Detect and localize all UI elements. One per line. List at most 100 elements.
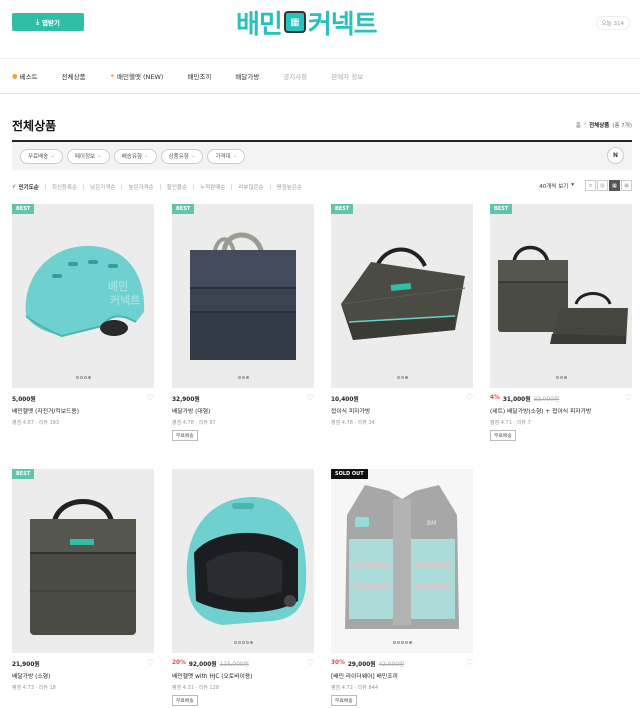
pager-dot[interactable]: [249, 641, 253, 644]
product-image[interactable]: BM SOLD OUT: [331, 469, 473, 653]
nav-item[interactable]: ✦ 배민헬멧 (NEW): [110, 71, 164, 81]
heart-icon[interactable]: ♡: [307, 658, 314, 668]
sort-option[interactable]: 리뷰많은순: [238, 183, 263, 191]
sort-option[interactable]: ✓ 인기도순: [12, 183, 39, 191]
best-badge: BEST: [490, 204, 513, 214]
product-image[interactable]: BEST: [172, 204, 314, 388]
heart-icon[interactable]: ♡: [466, 393, 473, 403]
product-card[interactable]: 배민 커넥트 BEST 5,000원 ♡ 배민헬멧 (자전거/킥보드용) 평점 4.87 …: [12, 204, 154, 426]
filter-reset-button[interactable]: N: [607, 147, 624, 164]
nav-item[interactable]: 배민조끼: [187, 71, 211, 81]
pager-dot[interactable]: [237, 641, 241, 644]
grid-4-view-icon[interactable]: ▦: [609, 180, 620, 191]
filter-chip[interactable]: 페이정보 ⌄: [66, 148, 110, 164]
pager-dot[interactable]: [241, 376, 245, 379]
filter-chip[interactable]: 무료배송 ⌄: [20, 148, 63, 164]
pager-dot[interactable]: [396, 641, 400, 644]
heart-icon[interactable]: ♡: [307, 393, 314, 403]
app-download-label: 앱받기: [41, 19, 60, 27]
nav-item[interactable]: 판매자 정보: [331, 71, 363, 81]
heart-icon[interactable]: ♡: [147, 393, 154, 403]
pager-dot[interactable]: [408, 641, 412, 644]
discount-rate: 4%: [490, 395, 500, 401]
product-card[interactable]: BEST 21,900원 ♡ 배달가방 (소형) 평점 4.73 · 리뷰 18: [12, 469, 154, 691]
sort-option[interactable]: 최신등록순: [52, 183, 77, 191]
sort-divider: [121, 184, 123, 190]
pager-dot[interactable]: [245, 641, 249, 644]
top-header: ⤓ 앱받기 배민 ▦ 커넥트 오늘 314: [0, 0, 640, 58]
product-name[interactable]: (세트) 배달가방(소형) + 접이식 피자가방: [490, 406, 632, 415]
pager-dot[interactable]: [75, 376, 79, 379]
nav-item[interactable]: 공지사항: [283, 71, 307, 81]
pager-dot[interactable]: [404, 376, 408, 379]
product-image[interactable]: BEST: [490, 204, 632, 388]
heart-icon[interactable]: ♡: [625, 393, 632, 403]
list-view-icon[interactable]: ≡: [585, 180, 596, 191]
product-image[interactable]: BEST: [12, 469, 154, 653]
product-name[interactable]: 배달가방 (대형): [172, 406, 314, 415]
pager-dot[interactable]: [400, 641, 404, 644]
breadcrumb-home[interactable]: 홈: [576, 121, 581, 129]
product-name[interactable]: 배민헬멧 with HJC (오토바이용): [172, 671, 314, 680]
pager-dot[interactable]: [563, 376, 567, 379]
app-download-button[interactable]: ⤓ 앱받기: [12, 13, 84, 31]
product-card[interactable]: 20% 92,000원 115,000원 ♡ 배민헬멧 with HJC (오토바이용)…: [172, 469, 314, 706]
original-price: 115,000원: [219, 661, 249, 668]
pager-dot[interactable]: [237, 376, 241, 379]
free-shipping-tag: 무료배송: [331, 695, 357, 706]
pager-dot[interactable]: [233, 641, 237, 644]
pager-dot[interactable]: [79, 376, 83, 379]
sort-option[interactable]: 높은가격순: [128, 183, 153, 191]
pager-dot[interactable]: [559, 376, 563, 379]
site-logo[interactable]: 배민 ▦ 커넥트: [236, 4, 378, 40]
breadcrumb-count: (총 7개): [612, 123, 632, 129]
nav-item[interactable]: ● 베스트: [12, 71, 38, 81]
pager-dot[interactable]: [396, 376, 400, 379]
filter-chip[interactable]: 가격대 ⌄: [207, 148, 246, 164]
product-name[interactable]: 접이식 피자가방: [331, 406, 473, 415]
best-badge: BEST: [172, 204, 195, 214]
pager-dot[interactable]: [241, 641, 245, 644]
nav-item[interactable]: 배달가방: [235, 71, 259, 81]
price-row: 30% 29,000원 42,000원 ♡: [331, 658, 473, 668]
pager-dot[interactable]: [392, 641, 396, 644]
product-image[interactable]: BEST: [331, 204, 473, 388]
product-name[interactable]: [배민 라이더웨어] 배민조끼: [331, 671, 473, 680]
pager-dot[interactable]: [404, 641, 408, 644]
sort-option[interactable]: 평점높은순: [277, 183, 302, 191]
product-name[interactable]: 배달가방 (소형): [12, 671, 154, 680]
product-image[interactable]: [172, 469, 314, 653]
grid-2-view-icon[interactable]: ▥: [597, 180, 608, 191]
sort-option[interactable]: 누적판매순: [200, 183, 225, 191]
product-rating: 평점 4.87 · 리뷰 193: [12, 420, 60, 426]
image-pager: [331, 641, 473, 644]
sort-option-label: 평점높은순: [276, 185, 302, 191]
sort-option[interactable]: 할인율순: [167, 183, 187, 191]
product-card[interactable]: BEST 10,400원 ♡ 접이식 피자가방 평점 4.78 · 리뷰 34: [331, 204, 473, 426]
pager-dot[interactable]: [245, 376, 249, 379]
pager-dot[interactable]: [83, 376, 87, 379]
pager-dot[interactable]: [555, 376, 559, 379]
sale-price: 31,000원: [502, 396, 531, 403]
pager-dot[interactable]: [400, 376, 404, 379]
product-card[interactable]: BM SOLD OUT 30% 29,000원 42,000원 ♡ [배민 라이더웨어] …: [331, 469, 473, 706]
per-page-select[interactable]: 40개씩 보기 ▾: [539, 182, 574, 190]
grid-large-view-icon[interactable]: ▣: [621, 180, 632, 191]
heart-icon[interactable]: ♡: [147, 658, 154, 668]
product-image[interactable]: 배민 커넥트 BEST: [12, 204, 154, 388]
filter-chip[interactable]: 배송유형 ⌄: [113, 148, 157, 164]
sort-option[interactable]: 낮은가격순: [90, 183, 115, 191]
product-card[interactable]: BEST 32,900원 ♡ 배달가방 (대형) 평점 4.78 · 리뷰 87 무료배송: [172, 204, 314, 441]
view-toggle-group: ≡ ▥ ▦ ▣: [585, 180, 632, 191]
sort-option-label: 리뷰많은순: [238, 185, 264, 191]
product-card[interactable]: BEST 4% 31,000원 32,000원 ♡ (세트) 배달가방(소형) + 접이식…: [490, 204, 632, 441]
heart-icon[interactable]: ♡: [466, 658, 473, 668]
product-rating: 평점 4.31 · 리뷰 128: [172, 685, 220, 691]
sort-option-label: 누적판매순: [200, 185, 226, 191]
filter-chip[interactable]: 상품유형 ⌄: [160, 148, 204, 164]
sort-option-label: 최신등록순: [51, 185, 78, 191]
nav-item[interactable]: 전체상품: [62, 71, 86, 81]
pager-dot[interactable]: [87, 376, 91, 379]
sale-price: 32,900원: [172, 396, 200, 403]
product-name[interactable]: 배민헬멧 (자전거/킥보드용): [12, 406, 154, 415]
